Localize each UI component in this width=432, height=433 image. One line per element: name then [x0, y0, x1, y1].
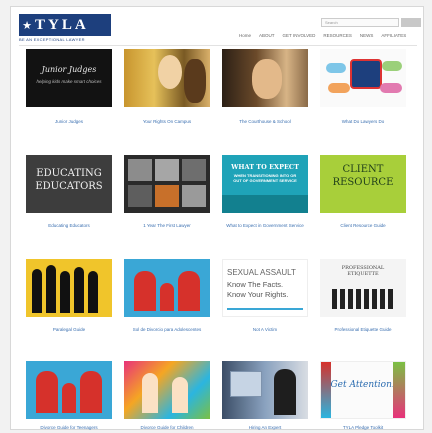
logo-text: TYLA	[35, 16, 89, 33]
tile-caption[interactable]: The Courthouse & School	[215, 119, 315, 125]
nav-affiliates[interactable]: AFFILIATES	[381, 33, 406, 38]
screen-graphic	[230, 371, 262, 397]
ribbon-graphic	[321, 362, 331, 418]
tile-caption[interactable]: Junior Judges	[19, 119, 119, 125]
speech-bubble	[328, 83, 350, 93]
header-divider	[19, 45, 417, 46]
accent-line	[227, 308, 303, 310]
tile-educating-educators[interactable]: EDUCATING EDUCATORS	[26, 155, 112, 213]
figure	[36, 371, 58, 413]
tile-pledge-toolkit[interactable]: Get Attention!	[320, 361, 406, 419]
tile-divorce-children[interactable]	[124, 361, 210, 419]
photo	[128, 185, 152, 207]
badge-graphic	[350, 59, 382, 89]
silhouette-row	[332, 289, 394, 309]
tile-caption[interactable]: Not A Victim	[215, 327, 315, 333]
star-icon: ★	[22, 19, 32, 32]
search-input[interactable]: Search	[321, 18, 399, 27]
photo	[182, 159, 206, 181]
tile-subtitle: Know The Facts. Know Your Rights.	[227, 280, 289, 299]
tile-hiring-expert[interactable]	[222, 361, 308, 419]
silhouette	[74, 267, 84, 313]
figure	[62, 383, 76, 413]
tile-divorce-teenagers[interactable]	[26, 361, 112, 419]
tile-caption[interactable]: Hiring An Expert	[215, 425, 315, 431]
tile-title: EDUCATING EDUCATORS	[35, 168, 103, 192]
figure	[160, 283, 174, 311]
tile-caption[interactable]: Divorce Guide for Children	[117, 425, 217, 431]
nav-get-involved[interactable]: GET INVOLVED	[283, 33, 316, 38]
nav-news[interactable]: NEWS	[360, 33, 374, 38]
main-nav: Home ABOUT GET INVOLVED RESOURCES NEWS A…	[239, 33, 406, 38]
tile-caption[interactable]: What Do Lawyers Do	[313, 119, 413, 125]
figure	[80, 371, 102, 413]
tile-title: PROFESSIONAL ETIQUETTE	[341, 265, 385, 277]
tile-professional-etiquette[interactable]: PROFESSIONAL ETIQUETTE	[320, 259, 406, 317]
nav-about[interactable]: ABOUT	[259, 33, 275, 38]
tile-first-lawyer[interactable]	[124, 155, 210, 213]
person-photo	[184, 59, 206, 103]
tile-government-service[interactable]: WHAT TO EXPECT WHEN TRANSITIONING INTO O…	[222, 155, 308, 213]
tile-caption[interactable]: Sol de Divorcio para Adolescentes	[117, 327, 217, 333]
tile-title: SEXUAL ASSAULT	[227, 268, 296, 277]
silhouette	[88, 271, 98, 313]
tile-campus-rights[interactable]	[124, 49, 210, 107]
tile-caption[interactable]: Divorce Guide for Teenagers	[19, 425, 119, 431]
page: ★ TYLA BE AN EXCEPTIONAL LAWYER Search H…	[10, 6, 424, 430]
ribbon-graphic	[393, 362, 405, 418]
tile-caption[interactable]: TYLA Pledge Toolkit	[313, 425, 413, 431]
tile-caption[interactable]: Educating Educators	[19, 223, 119, 229]
tile-sexual-assault[interactable]: SEXUAL ASSAULT Know The Facts. Know Your…	[222, 259, 308, 317]
tile-caption[interactable]: Paralegal Guide	[19, 327, 119, 333]
nav-home[interactable]: Home	[239, 33, 251, 38]
figure	[178, 271, 200, 311]
child-figure	[142, 373, 158, 413]
tile-caption[interactable]: Your Rights On Campus	[117, 119, 217, 125]
photo	[155, 185, 179, 207]
figure	[134, 271, 156, 311]
silhouette	[60, 271, 70, 313]
tile-band	[222, 195, 308, 213]
tagline: BE AN EXCEPTIONAL LAWYER	[19, 37, 85, 42]
tile-junior-judges[interactable]: Junior Judges helping kids make smart ch…	[26, 49, 112, 107]
person-photo	[274, 369, 296, 415]
tile-caption[interactable]: What to Expect in Government Service	[215, 223, 315, 229]
tile-paralegal[interactable]	[26, 259, 112, 317]
tile-what-lawyers-do[interactable]	[320, 49, 406, 107]
child-figure	[172, 377, 188, 413]
photo	[155, 159, 179, 181]
tile-subtitle: WHEN TRANSITIONING INTO OR OUT OF GOVERN…	[233, 173, 297, 183]
speech-bubble	[380, 83, 402, 93]
speech-bubble	[382, 61, 402, 71]
nav-resources[interactable]: RESOURCES	[323, 33, 352, 38]
tile-divorce-spanish[interactable]	[124, 259, 210, 317]
photo	[182, 185, 206, 207]
tile-title: WHAT TO EXPECT	[231, 163, 299, 171]
tile-caption[interactable]: Client Resource Guide	[313, 223, 413, 229]
silhouette	[46, 265, 56, 313]
person-photo	[252, 59, 282, 99]
tile-subtitle: helping kids make smart choices	[36, 79, 102, 84]
tyla-logo[interactable]: ★ TYLA	[19, 14, 111, 36]
tile-title: Junior Judges	[41, 65, 97, 74]
tile-title: CLIENT RESOURCE	[332, 164, 394, 188]
tile-courthouse[interactable]	[222, 49, 308, 107]
person-photo	[158, 55, 182, 89]
tile-caption[interactable]: 1 Year The First Lawyer	[117, 223, 217, 229]
tile-caption[interactable]: Professional Etiquette Guide	[313, 327, 413, 333]
silhouette	[32, 269, 42, 313]
tile-client-resource[interactable]: CLIENT RESOURCE	[320, 155, 406, 213]
speech-bubble	[326, 63, 346, 73]
search-button[interactable]	[401, 18, 421, 27]
photo	[128, 159, 152, 181]
